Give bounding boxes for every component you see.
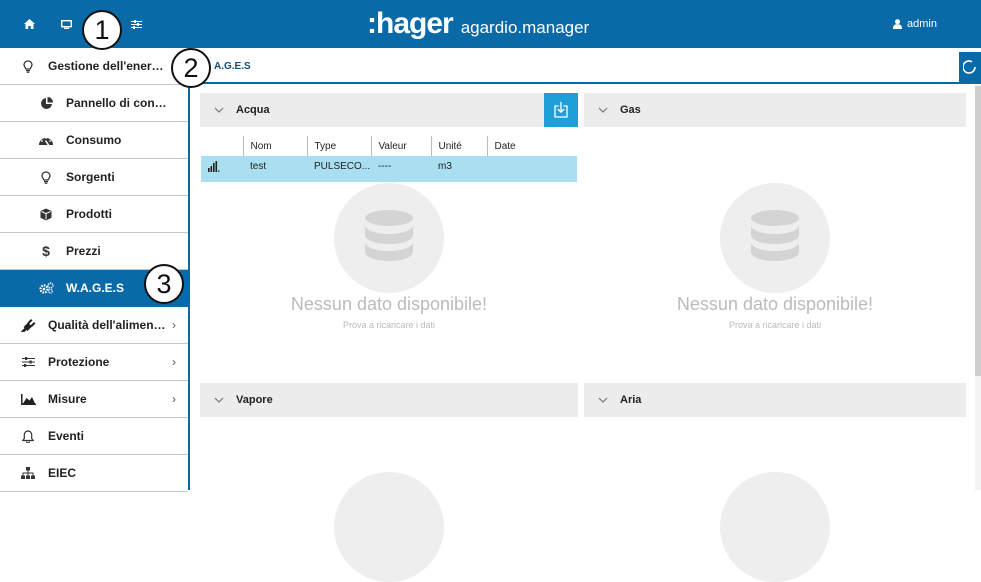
download-button[interactable] [544, 93, 578, 127]
panel-title: Acqua [236, 104, 270, 116]
chevron-down-icon [214, 107, 224, 113]
callout-badge-3: 3 [144, 264, 184, 304]
panel-header-vapore[interactable]: Vapore [200, 383, 578, 417]
callout-badge-1: 1 [82, 10, 122, 50]
sidebar-item-eiec[interactable]: EIEC [0, 455, 188, 492]
database-icon [720, 472, 830, 582]
sidebar-item-label: Consumo [66, 133, 122, 147]
column-header[interactable]: Valeur [370, 136, 431, 156]
sliders-icon [20, 354, 36, 370]
monitor-icon[interactable] [56, 14, 76, 34]
plug-icon [20, 317, 36, 333]
sidebar-item-events[interactable]: Eventi [0, 418, 188, 455]
lightbulb-icon [20, 58, 36, 74]
column-header[interactable]: Date [486, 136, 577, 156]
cube-icon [38, 206, 54, 222]
user-icon [893, 19, 903, 29]
refresh-button[interactable] [959, 52, 981, 82]
sidebar-item-products[interactable]: Prodotti [0, 196, 188, 233]
column-header[interactable]: Type [306, 136, 371, 156]
cogs-icon [38, 280, 54, 296]
panel-header-gas[interactable]: Gas [584, 93, 966, 127]
breadcrumb-bar: A.G.E.S [190, 48, 981, 84]
user-name: admin [907, 18, 937, 30]
empty-state-title: Nessun dato disponibile! [290, 294, 488, 314]
sidebar-item-dashboard[interactable]: Pannello di con… [0, 85, 188, 122]
top-bar: :hager agardio.manager admin [0, 0, 981, 48]
chevron-right-icon: › [172, 392, 176, 406]
pie-chart-icon [38, 95, 54, 111]
cell-type: PULSECO... [307, 156, 371, 182]
chevron-down-icon [214, 397, 224, 403]
sliders-icon[interactable] [126, 14, 146, 34]
breadcrumb[interactable]: A.G.E.S [214, 61, 251, 72]
panel-header-acqua[interactable]: Acqua [200, 93, 578, 127]
table-header-row: Nom Type Valeur Unité Date [201, 136, 577, 156]
sidebar-item-label: Prezzi [66, 244, 101, 258]
signal-icon [201, 156, 243, 182]
chevron-right-icon: › [172, 318, 176, 332]
lightbulb-icon [38, 169, 54, 185]
sidebar-item-label: Eventi [48, 429, 85, 443]
sidebar-item-label: Qualità dell'alimen… [48, 318, 166, 332]
download-icon [554, 102, 568, 118]
sidebar-item-label: Gestione dell'ener… [48, 59, 164, 73]
devices-table: Nom Type Valeur Unité Date test PULSECO.… [201, 136, 577, 182]
sidebar-item-label: Misure [48, 392, 87, 406]
chevron-down-icon [598, 397, 608, 403]
empty-state-subtitle: Prova a ricaricare i dati [342, 320, 436, 330]
column-header[interactable]: Nom [242, 136, 307, 156]
sidebar-item-label: Sorgenti [66, 170, 115, 184]
chevron-right-icon: › [172, 355, 176, 369]
empty-state-title: Nessun dato disponibile! [676, 294, 874, 314]
panel-title: Aria [620, 394, 642, 406]
sidebar-item-power-quality[interactable]: Qualità dell'alimen… › [0, 307, 188, 344]
database-icon [720, 183, 830, 293]
sidebar-item-label: EIEC [48, 466, 77, 480]
empty-state-subtitle: Prova a ricaricare i dati [728, 320, 822, 330]
column-header[interactable] [201, 136, 243, 156]
sidebar-item-label: Protezione [48, 355, 110, 369]
home-icon[interactable] [19, 14, 39, 34]
sidebar-item-energy-management[interactable]: Gestione dell'ener… [0, 48, 188, 85]
product-name: agardio.manager [460, 18, 590, 37]
sitemap-icon [20, 465, 36, 481]
scrollbar-thumb[interactable] [975, 86, 981, 376]
panel-title: Gas [620, 104, 641, 116]
panel-title: Vapore [236, 394, 273, 406]
sidebar-item-label: Prodotti [66, 207, 112, 221]
cell-nom: test [243, 156, 307, 182]
gauge-icon [38, 132, 54, 148]
cell-date [487, 156, 577, 182]
scrollbar[interactable] [975, 84, 981, 490]
brand-name: :hager [367, 7, 454, 40]
sidebar-item-label: W.A.G.E.S [66, 281, 125, 295]
sidebar-item-sources[interactable]: Sorgenti [0, 159, 188, 196]
callout-badge-2: 2 [171, 48, 211, 88]
sidebar-item-consumption[interactable]: Consumo [0, 122, 188, 159]
cell-unite: m3 [431, 156, 487, 182]
database-icon [334, 183, 444, 293]
column-header[interactable]: Unité [430, 136, 487, 156]
refresh-icon [963, 60, 976, 74]
area-chart-icon [20, 391, 36, 407]
sidebar-item-label: Pannello di con… [66, 96, 167, 110]
chevron-down-icon [598, 107, 608, 113]
user-menu[interactable]: admin [893, 0, 937, 48]
sidebar-item-protection[interactable]: Protezione › [0, 344, 188, 381]
table-row[interactable]: test PULSECO... ---- m3 [201, 156, 577, 182]
database-icon [334, 472, 444, 582]
app-logo: :hager agardio.manager [367, 4, 589, 44]
dollar-icon: $ [42, 243, 50, 259]
cell-valeur: ---- [371, 156, 431, 182]
bell-icon [20, 428, 36, 444]
sidebar-item-measures[interactable]: Misure › [0, 381, 188, 418]
panel-header-aria[interactable]: Aria [584, 383, 966, 417]
